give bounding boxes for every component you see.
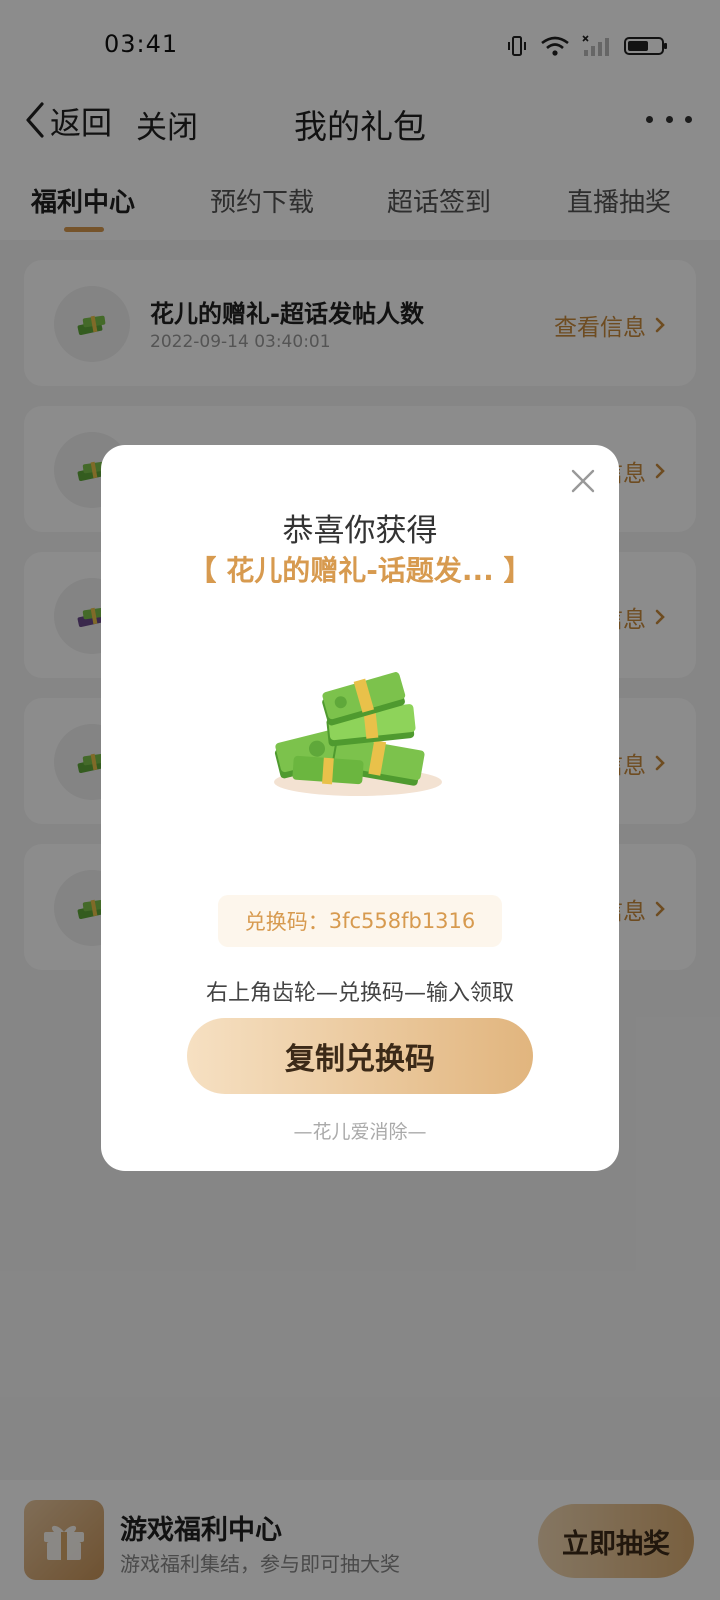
copy-code-button[interactable]: 复制兑换码 — [187, 1018, 533, 1094]
close-icon[interactable] — [565, 463, 601, 499]
redeem-code-label: 兑换码： — [244, 910, 329, 934]
redeem-code-box: 兑换码： 3fc558fb1316 — [218, 895, 502, 947]
redeem-instruction: 右上角齿轮—兑换码—输入领取 — [205, 981, 514, 1006]
dialog-heading: 恭喜你获得 — [282, 513, 438, 549]
redeem-code-value: 3fc558fb1316 — [328, 909, 476, 933]
app-root: 03:41 返回 关闭 我的礼包 福利中心 预约下载 超话签到 直播抽奖 花儿的… — [0, 0, 720, 1600]
reward-dialog: 恭喜你获得 【 花儿的赠礼-话题发... 】 兑换码： 3fc558fb1316… — [101, 445, 619, 1171]
money-stack-icon — [274, 672, 442, 796]
prize-name: 【 花儿的赠礼-话题发... 】 — [188, 554, 532, 587]
dialog-footer: —花儿爱消除— — [293, 1121, 427, 1143]
